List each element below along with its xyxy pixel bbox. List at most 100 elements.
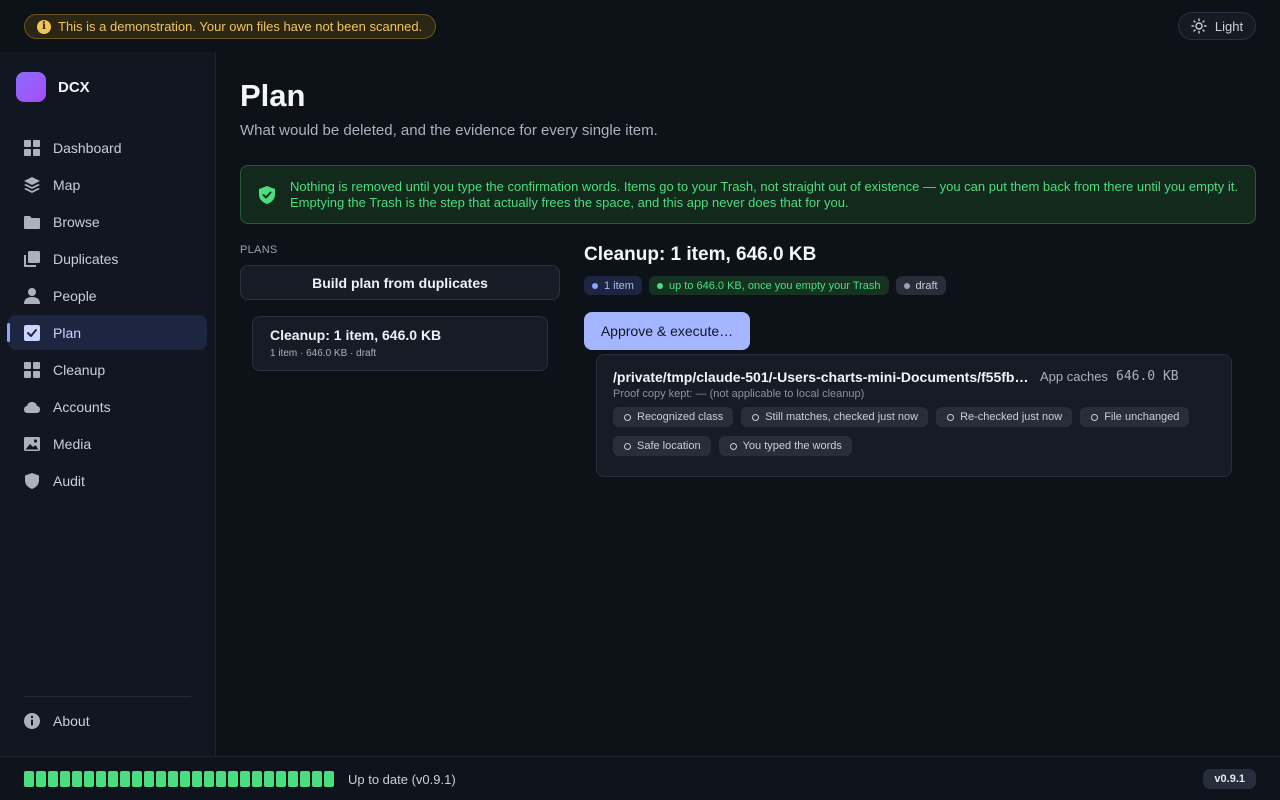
circle-icon xyxy=(729,442,737,450)
person-icon xyxy=(23,287,41,305)
grid-icon xyxy=(23,361,41,379)
check-label: File unchanged xyxy=(1104,411,1180,423)
page-subtitle: What would be deleted, and the evidence … xyxy=(240,122,658,139)
progress-segment xyxy=(240,771,250,787)
progress-segment xyxy=(180,771,190,787)
progress-segment xyxy=(324,771,334,787)
sidebar-item-label: Map xyxy=(53,176,81,193)
progress-segment xyxy=(108,771,118,787)
sidebar-item-label: Media xyxy=(53,435,92,452)
plans-heading: PLANS xyxy=(240,244,278,256)
progress-segment xyxy=(312,771,322,787)
grid-icon xyxy=(23,139,41,157)
evidence-check: Safe location xyxy=(613,436,711,456)
evidence-check: File unchanged xyxy=(1080,407,1190,427)
sidebar-item-duplicates[interactable]: Duplicates xyxy=(8,241,207,276)
safety-notice: Nothing is removed until you type the co… xyxy=(240,165,1256,224)
progress-segment xyxy=(96,771,106,787)
check-square-icon xyxy=(23,324,41,342)
progress-segment xyxy=(264,771,274,787)
status-dot xyxy=(903,282,910,289)
sidebar-divider xyxy=(24,696,191,697)
image-icon xyxy=(23,435,41,453)
cloud-icon xyxy=(23,398,41,416)
item-kind: App caches xyxy=(1040,369,1108,384)
sidebar-item-about[interactable]: About xyxy=(23,712,90,730)
layers-icon xyxy=(23,176,41,194)
check-label: Safe location xyxy=(637,440,701,452)
progress-segment xyxy=(48,771,58,787)
progress-segment xyxy=(84,771,94,787)
update-progress-bar xyxy=(24,771,334,787)
evidence-check: You typed the words xyxy=(718,436,852,456)
safety-notice-text: Nothing is removed until you type the co… xyxy=(290,178,1239,210)
sidebar-item-cleanup[interactable]: Cleanup xyxy=(8,352,207,387)
status-dot xyxy=(592,282,598,289)
progress-segment xyxy=(60,771,70,787)
sidebar-item-label: Plan xyxy=(53,324,82,341)
plan-detail-title: Cleanup: 1 item, 646.0 KB xyxy=(584,244,817,265)
evidence-checks: Recognized class Still matches, checked … xyxy=(613,407,1223,456)
about-label: About xyxy=(53,713,90,729)
progress-segment xyxy=(120,771,130,787)
check-label: Recognized class xyxy=(637,411,724,423)
theme-toggle-button[interactable]: Light xyxy=(1178,12,1256,40)
check-label: Re-checked just now xyxy=(960,411,1063,423)
circle-icon xyxy=(947,413,955,421)
sidebar-item-label: Browse xyxy=(53,213,100,230)
progress-segment xyxy=(192,771,202,787)
demo-banner-text: This is a demonstration. Your own files … xyxy=(58,19,423,34)
chip-label: draft xyxy=(915,279,938,292)
sidebar-item-label: Dashboard xyxy=(53,139,122,156)
progress-segment xyxy=(288,771,298,787)
status-bar: Up to date (v0.9.1) v0.9.1 xyxy=(0,756,1280,800)
folder-icon xyxy=(23,213,41,231)
sidebar-nav: Dashboard Map Browse Duplicates People P… xyxy=(7,130,207,500)
status-dot xyxy=(656,282,663,289)
circle-icon xyxy=(624,442,631,450)
copy-icon xyxy=(23,250,41,268)
progress-segment xyxy=(204,771,214,787)
sidebar: DCX Dashboard Map Browse Duplicates Peop… xyxy=(0,52,216,756)
plan-status-chip: draft xyxy=(895,276,946,295)
evidence-check: Re-checked just now xyxy=(936,407,1073,427)
sidebar-item-plan[interactable]: Plan xyxy=(7,315,207,350)
sidebar-item-accounts[interactable]: Accounts xyxy=(8,389,207,424)
progress-segment xyxy=(300,771,310,787)
plan-list-item[interactable]: Cleanup: 1 item, 646.0 KB 1 item · 646.0… xyxy=(252,316,548,371)
sidebar-item-people[interactable]: People xyxy=(8,278,207,313)
chip-label: up to 646.0 KB, once you empty your Tras… xyxy=(668,279,881,292)
build-plan-button[interactable]: Build plan from duplicates xyxy=(240,265,560,300)
sidebar-item-audit[interactable]: Audit xyxy=(8,463,207,498)
brand: DCX xyxy=(16,72,90,102)
approve-execute-button[interactable]: Approve & execute… xyxy=(584,312,750,350)
plan-title: Cleanup: 1 item, 646.0 KB xyxy=(270,327,442,343)
item-size: 646.0 KB xyxy=(1116,369,1179,384)
sun-icon xyxy=(1191,18,1207,34)
sidebar-item-dashboard[interactable]: Dashboard xyxy=(8,130,207,165)
item-count-chip: 1 item xyxy=(584,276,642,295)
check-label: Still matches, checked just now xyxy=(765,411,919,423)
update-status: Up to date (v0.9.1) xyxy=(348,772,456,787)
progress-segment xyxy=(144,771,154,787)
progress-segment xyxy=(168,771,178,787)
circle-icon xyxy=(1091,413,1099,421)
progress-segment xyxy=(228,771,238,787)
check-label: You typed the words xyxy=(742,440,842,452)
sidebar-item-map[interactable]: Map xyxy=(8,167,207,202)
sidebar-item-label: Audit xyxy=(53,472,85,489)
theme-toggle-label: Light xyxy=(1214,18,1244,34)
chip-label: 1 item xyxy=(604,279,634,292)
sidebar-item-label: People xyxy=(53,287,97,304)
sidebar-item-browse[interactable]: Browse xyxy=(8,204,207,239)
plan-detail: Cleanup: 1 item, 646.0 KB 1 item up to 6… xyxy=(584,244,1256,477)
info-icon xyxy=(24,713,40,729)
circle-icon xyxy=(624,413,631,421)
progress-segment xyxy=(252,771,262,787)
shield-icon xyxy=(23,472,41,490)
progress-segment xyxy=(36,771,46,787)
demo-banner: i This is a demonstration. Your own file… xyxy=(24,14,437,39)
top-bar: i This is a demonstration. Your own file… xyxy=(0,0,1280,52)
sidebar-item-media[interactable]: Media xyxy=(8,426,207,461)
progress-segment xyxy=(24,771,34,787)
